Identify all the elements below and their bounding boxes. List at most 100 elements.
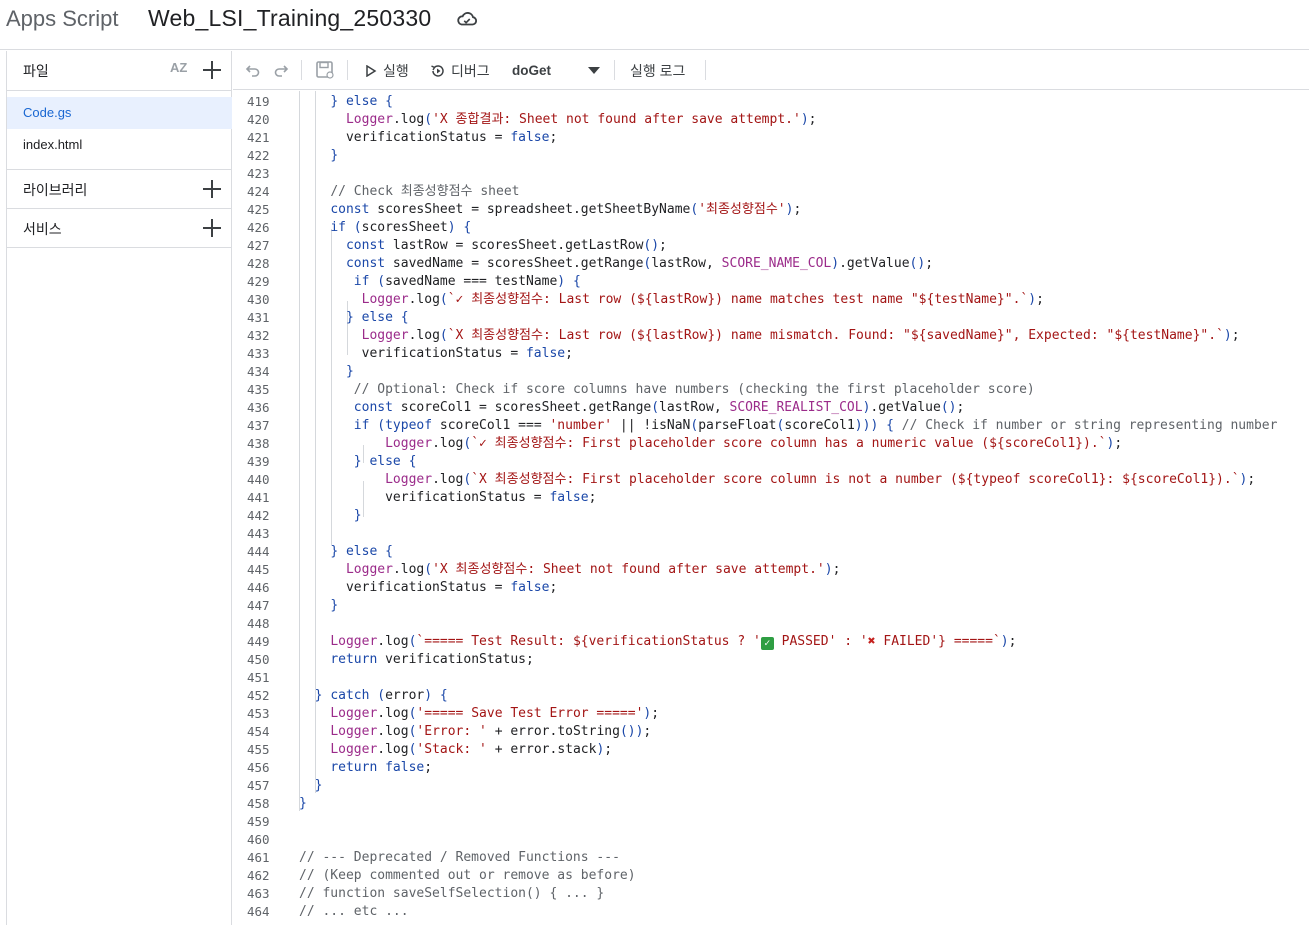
line-number: 430 <box>247 292 270 307</box>
code-text: if (scoresSheet) { <box>330 220 472 235</box>
line-number: 425 <box>247 202 270 217</box>
line-number: 437 <box>247 418 270 433</box>
file-item-index-html[interactable]: index.html <box>7 129 232 161</box>
line-number: 458 <box>247 796 270 811</box>
run-button[interactable]: 실행 <box>365 51 409 90</box>
line-number: 442 <box>247 508 270 523</box>
code-text: } else { <box>345 310 409 325</box>
undo-icon[interactable] <box>245 62 261 78</box>
line-number: 440 <box>247 472 270 487</box>
services-label: 서비스 <box>23 221 62 237</box>
top-header: Apps Script Web_LSI_Training_250330 <box>0 0 1309 50</box>
code-text: verificationStatus = false; <box>299 490 597 505</box>
add-file-button[interactable] <box>201 59 223 81</box>
code-text: // ... etc ... <box>299 904 409 919</box>
toolbar-divider <box>301 60 302 80</box>
libraries-section: 라이브러리 <box>7 170 232 209</box>
execution-log-label: 실행 로그 <box>630 62 686 79</box>
code-text: Logger.log('Stack: ' + error.stack); <box>330 742 613 757</box>
line-number: 420 <box>247 112 270 127</box>
line-number: 443 <box>247 526 270 541</box>
line-number: 455 <box>247 742 270 757</box>
code-text: Logger.log('X 종합결과: Sheet not found afte… <box>345 112 817 127</box>
line-number: 428 <box>247 256 270 271</box>
line-number: 435 <box>247 382 270 397</box>
code-text: } <box>330 148 339 163</box>
toolbar-divider <box>614 60 615 80</box>
code-text: if (savedName === testName) { <box>353 274 581 289</box>
play-icon <box>366 64 377 77</box>
line-number: 450 <box>247 652 270 667</box>
code-text: } <box>299 796 307 811</box>
code-text: return verificationStatus; <box>330 652 534 667</box>
code-text: } <box>330 598 339 613</box>
add-library-button[interactable] <box>201 178 223 200</box>
code-text: // (Keep commented out or remove as befo… <box>299 868 636 883</box>
line-number: 451 <box>247 670 270 685</box>
code-text: } <box>345 364 354 379</box>
code-text: Logger.log(`X 최종성향점수: Last row (${lastRo… <box>361 328 1240 343</box>
line-number: 424 <box>247 184 270 199</box>
code-text: const scoreCol1 = scoresSheet.getRange(l… <box>353 400 965 415</box>
line-number: 438 <box>247 436 270 451</box>
debug-label: 디버그 <box>451 62 490 79</box>
line-number: 439 <box>247 454 270 469</box>
code-text: if (typeof scoreCol1 === 'number' || !is… <box>353 418 1278 433</box>
execution-log-button[interactable]: 실행 로그 <box>630 51 685 90</box>
line-number: 460 <box>247 832 270 847</box>
code-text: const lastRow = scoresSheet.getLastRow()… <box>345 238 667 253</box>
function-select[interactable]: doGet <box>512 51 602 90</box>
line-number: 441 <box>247 490 270 505</box>
line-number: 445 <box>247 562 270 577</box>
code-text: } else { <box>330 94 393 109</box>
line-number: 427 <box>247 238 270 253</box>
services-section: 서비스 <box>7 209 232 248</box>
cloud-sync-icon[interactable] <box>456 10 478 28</box>
line-number: 456 <box>247 760 270 775</box>
save-icon[interactable] <box>315 60 335 80</box>
code-editor[interactable]: 419 } else { 420 Logger.log('X 종합결과: Shee… <box>233 91 1309 925</box>
line-number: 422 <box>247 148 270 163</box>
add-service-button[interactable] <box>201 217 223 239</box>
line-number: 431 <box>247 310 270 325</box>
line-number: 462 <box>247 868 270 883</box>
code-text: // Optional: Check if score columns have… <box>353 382 1035 397</box>
files-section-header: 파일 AZ <box>7 51 232 91</box>
run-label: 실행 <box>383 62 409 79</box>
redo-icon[interactable] <box>273 62 289 78</box>
code-text: verificationStatus = false; <box>299 580 558 595</box>
code-text: return false; <box>330 760 433 775</box>
app-name[interactable]: Apps Script <box>6 6 119 32</box>
code-text: Logger.log('X 최종성향점수: Sheet not found af… <box>345 562 841 577</box>
chevron-down-icon <box>588 67 600 74</box>
debug-button[interactable]: 디버그 <box>430 51 490 90</box>
line-number: 463 <box>247 886 270 901</box>
line-number: 449 <box>247 634 270 649</box>
line-number: 429 <box>247 274 270 289</box>
libraries-label: 라이브러리 <box>23 182 88 198</box>
code-text: const savedName = scoresSheet.getRange(l… <box>345 256 934 271</box>
line-number: 432 <box>247 328 270 343</box>
code-text: } else { <box>353 454 417 469</box>
sort-files-icon[interactable]: AZ <box>170 60 192 82</box>
line-number: 454 <box>247 724 270 739</box>
code-text: } <box>353 508 362 523</box>
code-text: verificationStatus = false; <box>299 346 573 361</box>
line-number: 444 <box>247 544 270 559</box>
debug-icon <box>431 64 444 77</box>
code-text: Logger.log(`X 최종성향점수: First placeholder … <box>385 472 1256 487</box>
file-item-code-gs[interactable]: Code.gs <box>7 97 232 129</box>
project-title[interactable]: Web_LSI_Training_250330 <box>148 4 431 32</box>
file-list: Code.gs index.html <box>7 91 232 170</box>
line-number: 434 <box>247 364 270 379</box>
line-number: 436 <box>247 400 270 415</box>
line-number: 452 <box>247 688 270 703</box>
toolbar-divider <box>705 60 706 80</box>
function-select-value: doGet <box>512 63 551 78</box>
code-text: // --- Deprecated / Removed Functions --… <box>299 850 620 865</box>
code-text: // Check 최종성향점수 sheet <box>330 184 520 199</box>
line-number: 426 <box>247 220 270 235</box>
line-number: 419 <box>247 94 270 109</box>
line-number: 423 <box>247 166 270 181</box>
code-text: const scoresSheet = spreadsheet.getSheet… <box>330 202 802 217</box>
